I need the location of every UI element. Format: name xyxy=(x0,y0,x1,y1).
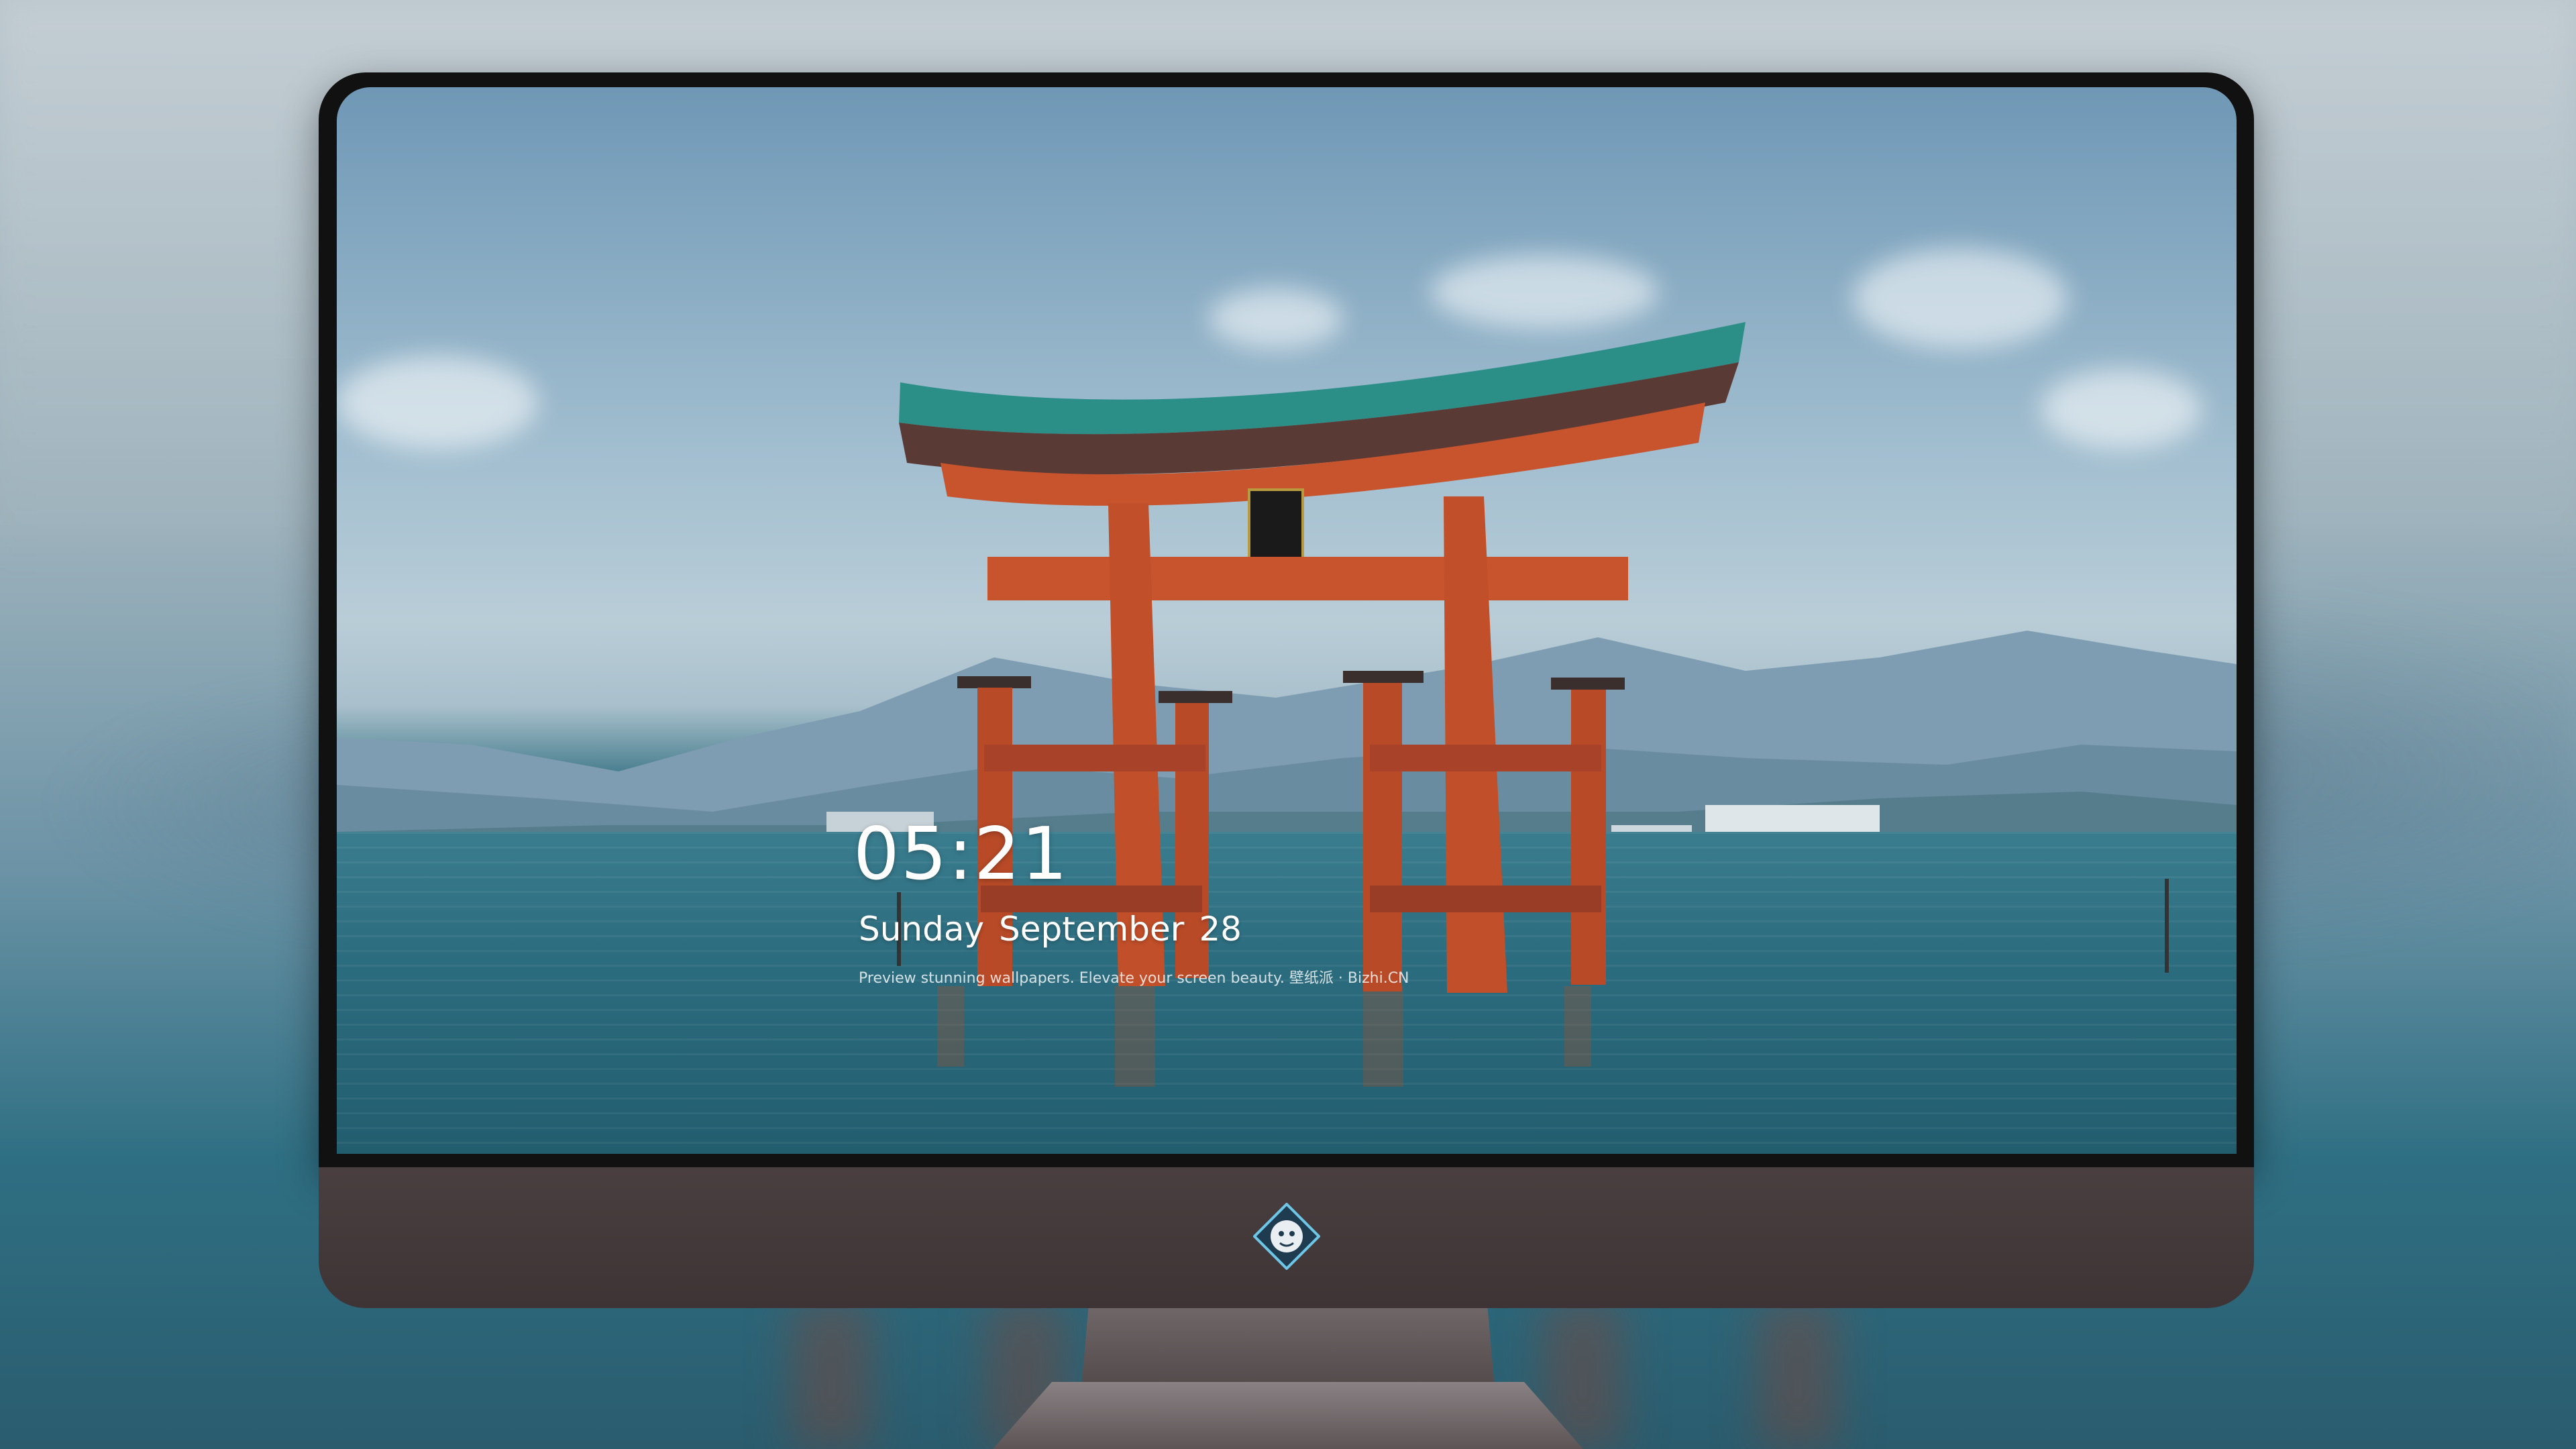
lockscreen-day: 28 xyxy=(1199,910,1242,949)
lockscreen-clock: 05:21 xyxy=(853,812,1069,896)
torii-gate xyxy=(897,322,2169,1087)
lockscreen-date: Sunday September 28 xyxy=(859,912,1242,946)
lockscreen-tagline: Preview stunning wallpapers. Elevate you… xyxy=(859,970,1409,987)
monitor-stand-base xyxy=(993,1382,1583,1449)
wallpaper xyxy=(337,87,2237,1154)
screen: 05:21 Sunday September 28 Preview stunnin… xyxy=(337,87,2237,1154)
blurred-pillar xyxy=(792,1301,872,1449)
brand-logo-icon xyxy=(1253,1203,1320,1270)
blurred-pillar xyxy=(1758,1301,1838,1449)
lockscreen-weekday-month: Sunday September xyxy=(859,910,1185,949)
